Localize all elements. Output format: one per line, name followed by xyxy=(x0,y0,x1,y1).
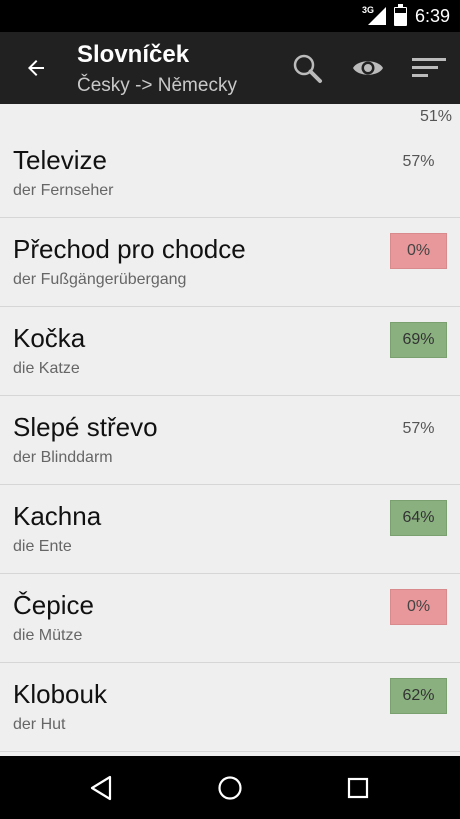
eye-icon xyxy=(353,61,383,75)
battery-icon xyxy=(393,3,407,26)
signal-icon: 3G xyxy=(362,5,386,25)
list-item[interactable]: Čepice die Mütze 0% xyxy=(0,574,460,663)
sort-button[interactable] xyxy=(409,48,449,88)
word-label: Slepé střevo xyxy=(13,412,158,442)
translation-label: der Fußgängerübergang xyxy=(13,271,187,288)
word-label: Přechod pro chodce xyxy=(13,234,246,264)
percent-badge: 69% xyxy=(390,322,447,358)
square-recents-icon xyxy=(347,777,369,799)
nav-back-button[interactable] xyxy=(81,768,121,808)
word-label: Kočka xyxy=(13,323,86,353)
nav-home-button[interactable] xyxy=(210,768,250,808)
percent-badge: 0% xyxy=(390,233,447,269)
translation-label: die Mütze xyxy=(13,627,83,644)
list-item[interactable]: Televize der Fernseher 57% xyxy=(0,129,460,218)
app-subtitle: Česky -> Německy xyxy=(77,75,237,96)
list-item[interactable]: Kočka die Katze 69% xyxy=(0,307,460,396)
percent-badge: 57% xyxy=(402,420,435,437)
list-item[interactable]: Kachna die Ente 64% xyxy=(0,485,460,574)
app-title: Slovníček xyxy=(77,41,190,68)
word-label: Televize xyxy=(13,145,107,175)
translation-label: die Ente xyxy=(13,538,72,555)
percent-badge: 0% xyxy=(390,589,447,625)
back-button[interactable] xyxy=(14,48,58,88)
navigation-bar xyxy=(0,756,460,819)
list-item[interactable]: Klobouk der Hut 62% xyxy=(0,663,460,752)
list-item[interactable]: Přechod pro chodce der Fußgängerübergang… xyxy=(0,218,460,307)
status-bar: 3G 6:39 xyxy=(0,0,460,32)
triangle-back-icon xyxy=(90,775,112,801)
translation-label: der Blinddarm xyxy=(13,449,113,466)
search-button[interactable] xyxy=(287,48,327,88)
percent-badge: 62% xyxy=(390,678,447,714)
list-item[interactable]: Slepé střevo der Blinddarm 57% xyxy=(0,396,460,485)
sort-icon xyxy=(412,58,446,77)
nav-recents-button[interactable] xyxy=(338,768,378,808)
app-bar: Slovníček Česky -> Německy xyxy=(0,32,460,104)
vocabulary-list: Televize der Fernseher 57% Přechod pro c… xyxy=(0,129,460,752)
word-label: Klobouk xyxy=(13,679,107,709)
circle-home-icon xyxy=(218,776,242,800)
arrow-back-icon xyxy=(28,60,44,76)
visibility-button[interactable] xyxy=(348,48,388,88)
translation-label: die Katze xyxy=(13,360,80,377)
overall-percent: 51% xyxy=(419,108,452,125)
translation-label: der Hut xyxy=(13,716,66,733)
translation-label: der Fernseher xyxy=(13,182,114,199)
word-label: Čepice xyxy=(13,590,94,620)
word-label: Kachna xyxy=(13,501,102,531)
search-icon xyxy=(293,54,322,83)
percent-badge: 64% xyxy=(390,500,447,536)
percent-badge: 57% xyxy=(402,153,435,170)
status-time: 6:39 xyxy=(414,6,450,26)
